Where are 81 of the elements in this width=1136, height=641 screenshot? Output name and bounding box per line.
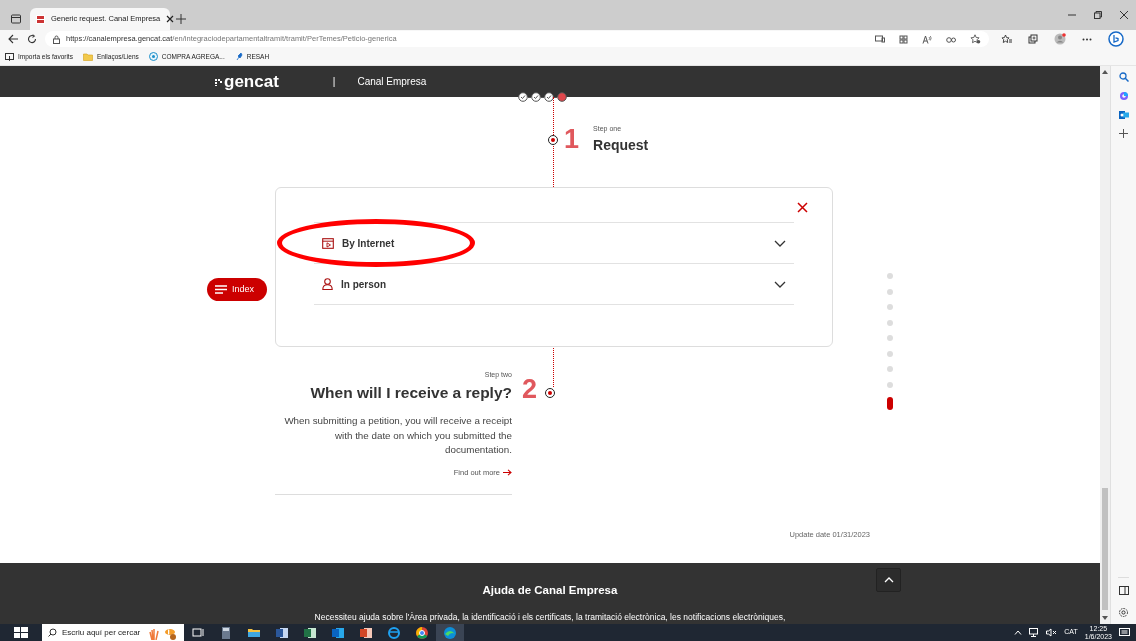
- globe-icon: [148, 52, 158, 61]
- import-icon: [5, 52, 14, 61]
- translate-icon[interactable]: [946, 34, 956, 44]
- accordion-item[interactable]: In person: [314, 264, 794, 305]
- more-icon[interactable]: [1082, 37, 1092, 41]
- section-dot[interactable]: [887, 335, 893, 341]
- scroll-up-icon[interactable]: [1102, 70, 1108, 74]
- section-dot[interactable]: [887, 273, 893, 279]
- site-logo-icon: [36, 14, 45, 24]
- taskbar-search-field[interactable]: Escriu aquí per cercar: [42, 624, 184, 641]
- globe-e-icon[interactable]: [387, 625, 401, 640]
- device-icon[interactable]: [875, 35, 885, 43]
- site-name[interactable]: Canal Empresa: [357, 74, 427, 89]
- spreadsheet-icon[interactable]: [303, 625, 317, 640]
- section-dot[interactable]: [887, 319, 893, 326]
- ring-browser-icon[interactable]: [415, 625, 429, 640]
- chat-bubble-icon[interactable]: [1108, 31, 1124, 47]
- search-icon[interactable]: [1118, 72, 1129, 82]
- back-icon[interactable]: [8, 34, 19, 44]
- close-icon[interactable]: [1120, 11, 1128, 19]
- timeline-dot: [545, 387, 556, 398]
- menu-icon: [215, 285, 227, 294]
- dots-logo-icon: [215, 77, 222, 86]
- chevron-up-icon[interactable]: [1014, 630, 1023, 635]
- word-document-icon[interactable]: [275, 625, 289, 640]
- network-icon[interactable]: [1029, 628, 1040, 637]
- step-number: 1: [564, 126, 580, 154]
- plus-icon[interactable]: [1119, 129, 1128, 138]
- chevron-up-icon: [883, 577, 894, 583]
- section-dot[interactable]: [887, 288, 893, 295]
- lock-icon: [53, 34, 60, 44]
- favorites-icon[interactable]: [1001, 34, 1012, 44]
- pin-icon: [234, 52, 243, 61]
- star-add-icon[interactable]: [970, 34, 981, 44]
- restore-icon[interactable]: [1094, 11, 1102, 19]
- logo-text[interactable]: gencat: [224, 68, 279, 95]
- calculator-icon[interactable]: [219, 625, 233, 640]
- speaker-muted-icon[interactable]: [1046, 628, 1058, 637]
- accordion-item[interactable]: By Internet: [314, 223, 794, 264]
- step-number: 2: [522, 375, 538, 403]
- new-tab-icon[interactable]: [176, 14, 186, 24]
- timeline-dot: [548, 134, 558, 145]
- task-view-icon[interactable]: [191, 625, 205, 640]
- step-description: When submitting a petition, you will receive a receipt with the date on which you submitted the documentation.: [283, 414, 512, 458]
- start-icon[interactable]: [14, 626, 28, 639]
- refresh-icon[interactable]: [27, 34, 37, 44]
- notification-icon[interactable]: [1119, 627, 1130, 638]
- person-icon: [322, 278, 333, 290]
- browser-window-icon: [322, 237, 334, 249]
- shapes-icon[interactable]: [1118, 91, 1129, 101]
- step-title: Request: [593, 135, 649, 155]
- section-dot[interactable]: [887, 366, 893, 372]
- back-to-top-button[interactable]: [876, 568, 901, 592]
- scrollbar-thumb[interactable]: [1102, 488, 1108, 610]
- section-dot[interactable]: [887, 381, 893, 388]
- read-aloud-icon[interactable]: [922, 34, 932, 44]
- folder-icon: [82, 52, 93, 61]
- minimize-icon[interactable]: [1068, 11, 1076, 19]
- arrow-right-icon: [503, 468, 512, 476]
- header-separator: |: [332, 75, 336, 89]
- footer-title: Ajuda de Canal Empresa: [481, 583, 619, 598]
- close-icon[interactable]: [166, 15, 175, 23]
- wave-browser-icon[interactable]: [443, 625, 457, 640]
- mail-icon[interactable]: [1118, 110, 1129, 120]
- profile-avatar[interactable]: [1054, 33, 1066, 45]
- close-button[interactable]: [797, 200, 811, 214]
- scroll-down-icon[interactable]: [1102, 616, 1108, 620]
- grid-icon[interactable]: [899, 34, 908, 44]
- section-dot[interactable]: [887, 350, 893, 357]
- mail-icon[interactable]: [331, 625, 345, 640]
- step-title: When will I receive a reply?: [309, 383, 512, 403]
- settings-icon[interactable]: [1118, 607, 1129, 618]
- footer-text: Necessiteu ajuda sobre l'Àrea privada, la identificació i els certificats, la tramitació electrònica, les notificacions electròniques,: [313, 611, 787, 624]
- search-icon: [48, 628, 57, 637]
- collections-icon[interactable]: [1028, 34, 1038, 44]
- index-button[interactable]: Index: [207, 278, 267, 301]
- tab-actions-icon[interactable]: [10, 13, 22, 25]
- slides-icon[interactable]: [359, 625, 373, 640]
- section-dot[interactable]: [887, 304, 893, 310]
- close-icon: [797, 201, 808, 213]
- sidebar-panel-icon[interactable]: [1118, 586, 1129, 595]
